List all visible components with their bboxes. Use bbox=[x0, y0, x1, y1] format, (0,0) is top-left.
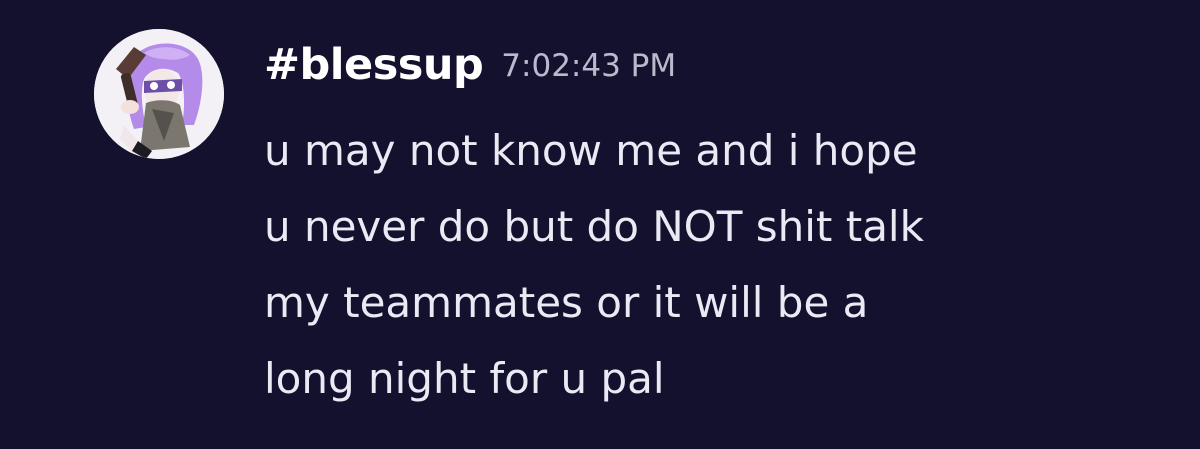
username[interactable]: #blessup bbox=[264, 40, 484, 90]
message-header: #blessup 7:02:43 PM bbox=[264, 40, 676, 90]
message-line: u may not know me and i hope bbox=[264, 126, 918, 175]
message-content: u may not know me and i hope u never do … bbox=[264, 113, 1164, 417]
message-line: my teammates or it will be a bbox=[264, 278, 869, 327]
chat-message: #blessup 7:02:43 PM u may not know me and… bbox=[0, 0, 1200, 449]
avatar-image bbox=[94, 29, 224, 159]
timestamp: 7:02:43 PM bbox=[501, 48, 677, 84]
user-avatar[interactable] bbox=[94, 29, 224, 159]
message-line: u never do but do NOT shit talk bbox=[264, 202, 924, 251]
message-line: long night for u pal bbox=[264, 354, 665, 403]
